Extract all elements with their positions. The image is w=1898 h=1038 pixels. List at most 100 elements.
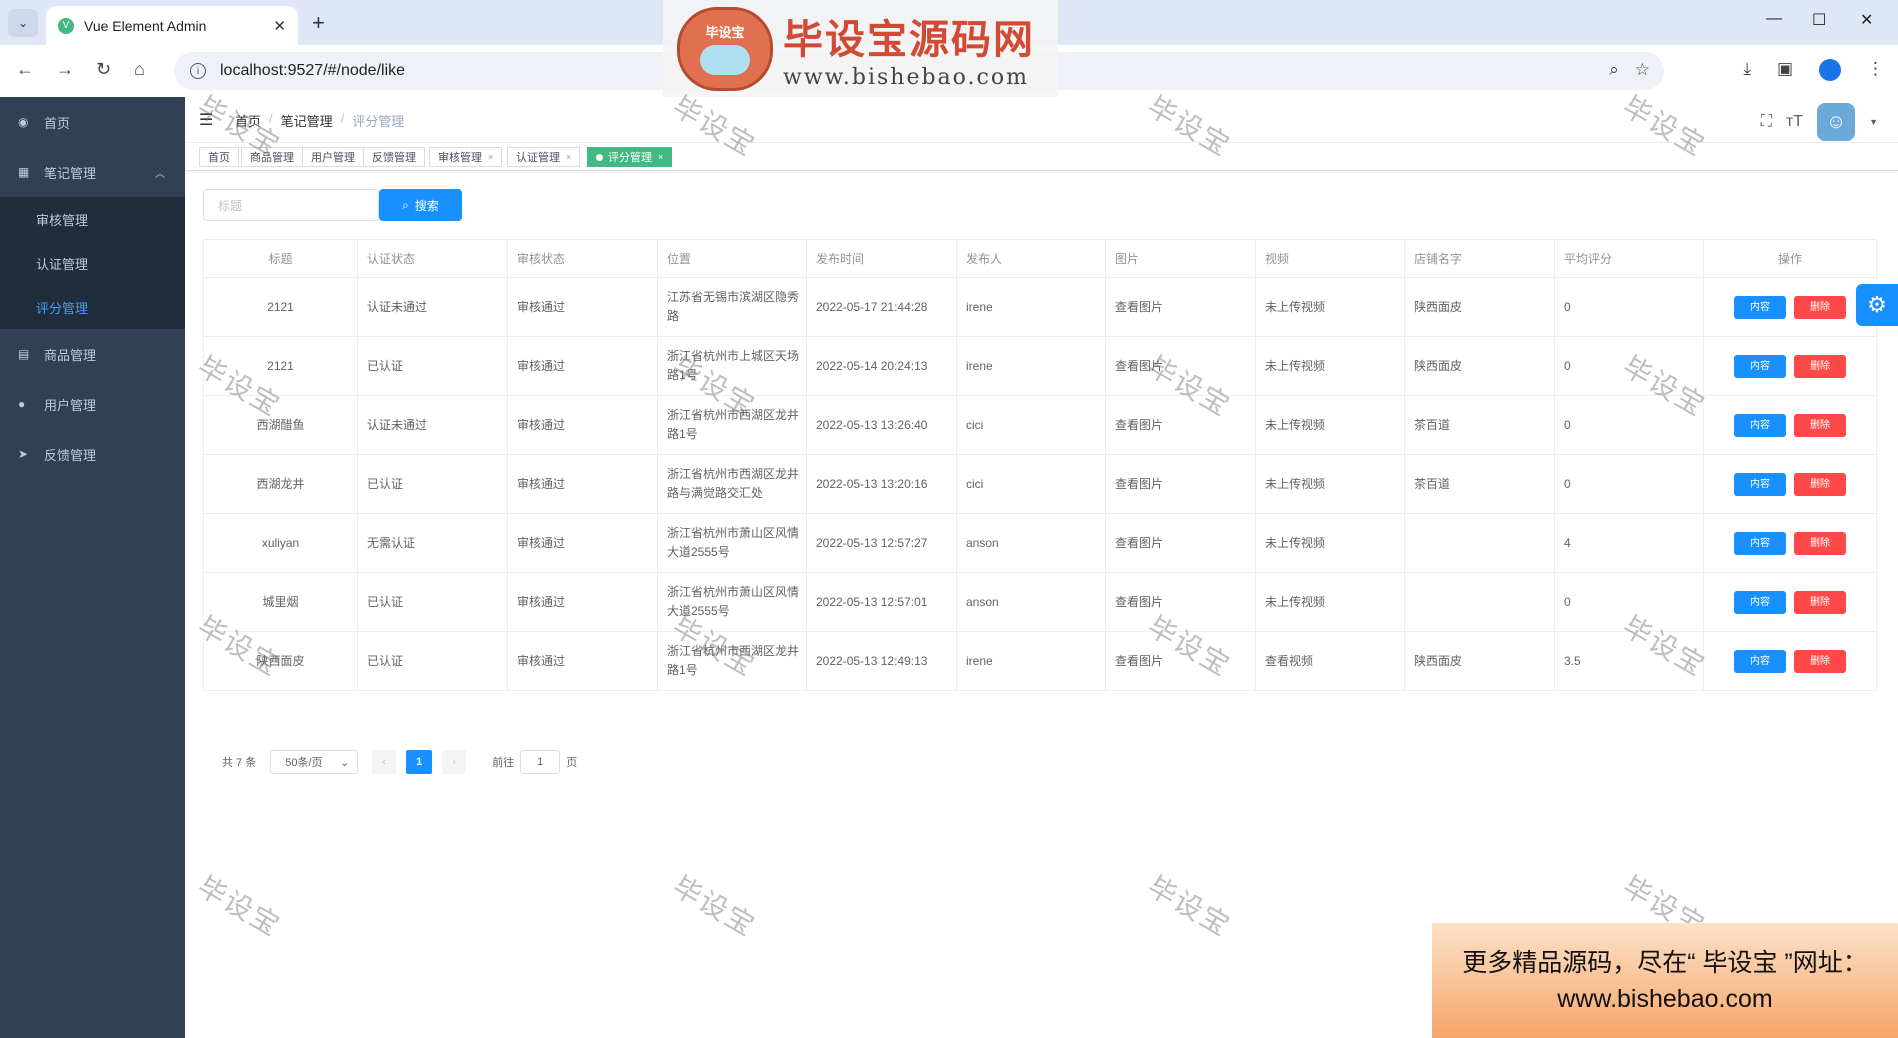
tab-search-button[interactable]: ⌄ [8,9,38,37]
page-size-value: 50条/页 [285,757,323,769]
table-cell: 审核通过 [507,513,658,573]
search-input[interactable]: 标题 [203,189,379,221]
close-tag-icon[interactable]: × [658,152,663,162]
close-tag-icon[interactable]: × [488,152,493,162]
content-button[interactable]: 内容 [1734,413,1786,437]
document-icon: ▤ [18,347,30,361]
page-unit-label: 页 [566,757,578,769]
tag-rating[interactable]: 评分管理 × [587,147,673,167]
breadcrumb-notes[interactable]: 笔记管理 [281,111,333,130]
content-button[interactable]: 内容 [1734,295,1786,319]
content-button[interactable]: 内容 [1734,649,1786,673]
table-cell: 未上传视频 [1255,454,1405,514]
page-number-current[interactable]: 1 [406,750,433,774]
tags-view: 首页 商品管理 用户管理 反馈管理 审核管理 × 认证管理 × 评分管理 × [185,143,1898,171]
sidebar-subitem-rating[interactable]: 评分管理 [0,285,185,329]
breadcrumb-current: 评分管理 [352,114,405,129]
forward-icon[interactable]: → [56,59,74,80]
tag-goods[interactable]: 商品管理 [241,147,303,167]
browser-tab[interactable]: V Vue Element Admin ✕ [46,6,298,45]
table-cell: 已认证 [357,336,508,396]
tag-users[interactable]: 用户管理 [302,147,364,167]
close-tab-icon[interactable]: ✕ [273,17,286,35]
goto-page-input[interactable]: 1 [520,750,561,774]
maximize-icon[interactable]: ☐ [1812,10,1826,30]
table-row: 2121 已认证 审核通过 浙江省杭州市上城区天场路1号 2022-05-14 20:2… [203,336,1877,396]
fullscreen-icon[interactable]: ⛶ [1761,113,1772,131]
reload-icon[interactable]: ↻ [96,59,111,80]
breadcrumb-home[interactable]: 首页 [235,111,261,130]
delete-button[interactable]: 删除 [1794,531,1846,555]
site-info-icon[interactable]: i [190,63,206,79]
column-header: 视频 [1255,239,1405,278]
table-cell: 2022-05-13 13:20:16 [806,454,957,514]
table-cell: 0 [1554,454,1704,514]
delete-button[interactable]: 删除 [1794,590,1846,614]
table-cell: 浙江省杭州市上城区天场路1号 [657,336,807,396]
tag-home[interactable]: 首页 [199,147,239,167]
table-cell: 2121 [203,336,358,396]
table-row: 西湖龙井 已认证 审核通过 浙江省杭州市西湖区龙井路与满觉路交汇处 2022-05-13… [203,454,1877,514]
table-cell: 陕西面皮 [1404,277,1555,337]
bookmark-star-icon[interactable]: ☆ [1635,60,1650,80]
settings-gear-button[interactable]: ⚙ [1856,284,1898,326]
sidebar-item-users[interactable]: ● 用户管理 [0,379,185,429]
sidebar-item-label: 商品管理 [44,347,97,363]
table-cell: cici [956,395,1106,455]
table-cell: 已认证 [357,454,508,514]
sidebar: ◉ 首页 ▦ 笔记管理 ︿ 审核管理 认证管理 评分管理 ▤ 商品管理 ● 用户管理 ➤ 反… [0,97,185,1038]
prev-page-button[interactable]: ‹ [372,750,397,774]
table-cell: 认证未通过 [357,395,508,455]
sidebar-subitem-auth[interactable]: 认证管理 [0,241,185,285]
sidebar-item-feedback[interactable]: ➤ 反馈管理 [0,429,185,479]
delete-button[interactable]: 删除 [1794,413,1846,437]
close-tag-icon[interactable]: × [566,152,571,162]
sidebar-item-goods[interactable]: ▤ 商品管理 [0,329,185,379]
zoom-icon[interactable]: ⌕ [1609,60,1619,80]
table-cell: 2022-05-13 12:57:01 [806,572,957,632]
table-cell: 城里烟 [203,572,358,632]
tag-auth[interactable]: 认证管理 × [507,147,581,167]
delete-button[interactable]: 删除 [1794,295,1846,319]
rating-table: 标题 认证状态 审核状态 位置 发布时间 发布人 图片 视频 店铺名字 平均评分… [203,239,1877,691]
download-icon[interactable]: ⤓ [1743,59,1751,81]
minimize-icon[interactable]: — [1766,10,1782,28]
sidebar-item-notes[interactable]: ▦ 笔记管理 ︿ [0,147,185,197]
table-cell: 西湖龙井 [203,454,358,514]
table-cell: 查看图片 [1105,572,1256,632]
search-button[interactable]: ⌕ 搜索 [379,189,462,221]
font-size-icon[interactable]: тT [1786,113,1803,131]
table-cell: 茶百道 [1404,454,1555,514]
tag-feedback[interactable]: 反馈管理 [363,147,425,167]
table-cell: 查看图片 [1105,631,1256,691]
delete-button[interactable]: 删除 [1794,354,1846,378]
back-icon[interactable]: ← [16,59,34,80]
page-size-select[interactable]: 50条/页 ⌄ [270,750,359,774]
tag-label: 反馈管理 [372,152,416,164]
avatar[interactable]: ☺ [1817,103,1856,141]
table-cell: 浙江省杭州市萧山区风情大道2555号 [657,513,807,573]
next-page-button[interactable]: › [442,750,467,774]
sidebar-item-label: 首页 [44,115,71,131]
sidebar-item-home[interactable]: ◉ 首页 [0,97,185,147]
more-menu-icon[interactable]: ⋮ [1867,59,1884,81]
delete-button[interactable]: 删除 [1794,472,1846,496]
tag-review[interactable]: 审核管理 × [429,147,503,167]
caret-down-icon[interactable]: ▼ [1869,117,1878,127]
content-button[interactable]: 内容 [1734,590,1786,614]
sidepanel-icon[interactable]: ▣ [1777,59,1793,81]
delete-button[interactable]: 删除 [1794,649,1846,673]
search-button-label: 搜索 [414,198,439,213]
content-button[interactable]: 内容 [1734,354,1786,378]
content-button[interactable]: 内容 [1734,472,1786,496]
tag-label: 认证管理 [516,152,560,164]
column-header: 位置 [657,239,807,278]
sidebar-subitem-review[interactable]: 审核管理 [0,197,185,241]
content-button[interactable]: 内容 [1734,531,1786,555]
profile-avatar[interactable] [1819,59,1841,81]
new-tab-button[interactable]: + [312,10,325,36]
home-icon[interactable]: ⌂ [134,59,145,80]
close-window-icon[interactable]: ✕ [1860,10,1873,30]
watermark-logo-text: 毕设宝 [705,25,745,40]
hamburger-icon[interactable]: ☰ [199,110,213,130]
